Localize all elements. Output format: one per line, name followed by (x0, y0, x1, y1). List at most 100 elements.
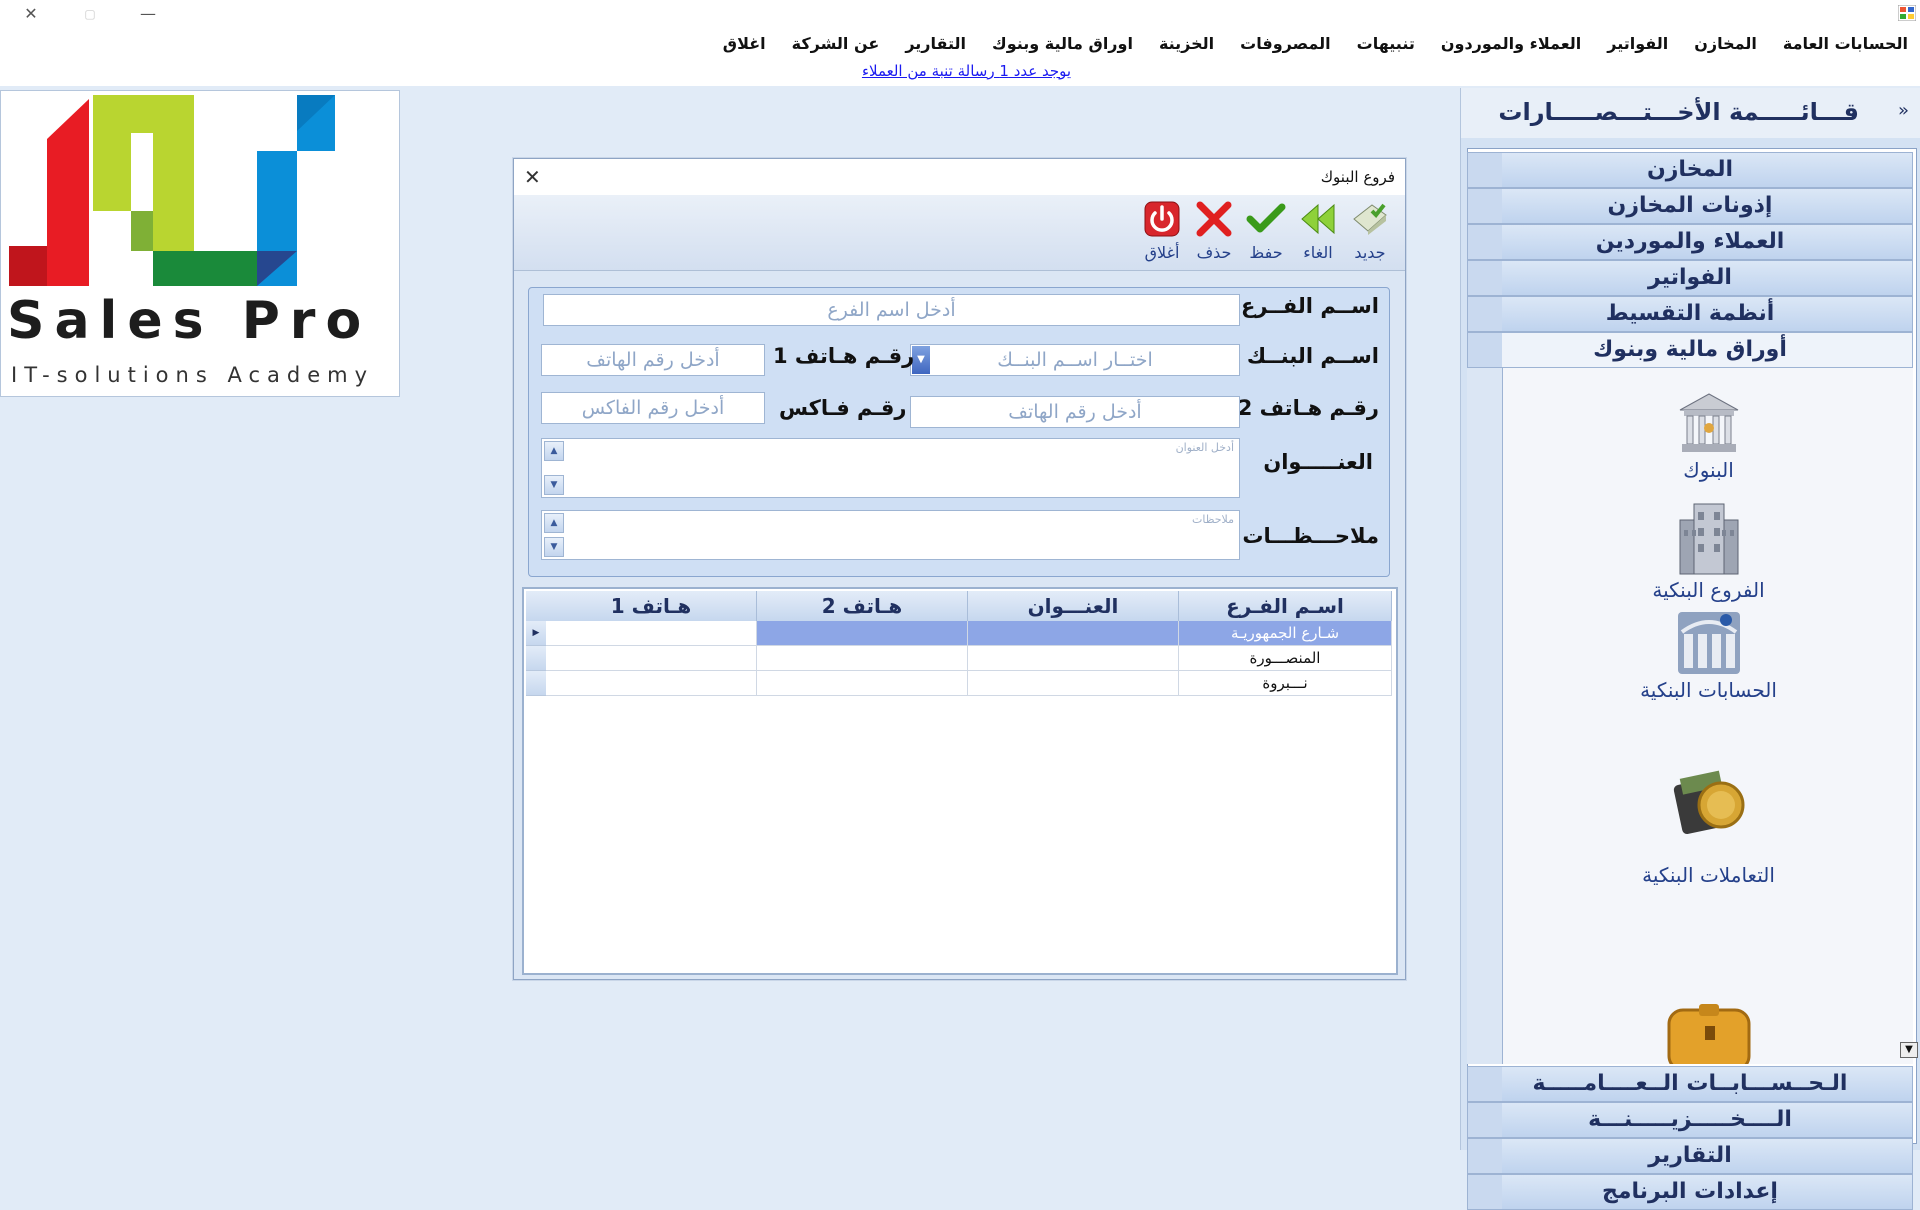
table-cell[interactable] (757, 646, 968, 671)
dialog-toolbar: جديد الغاء حفظ حذف أغلاق (514, 195, 1405, 271)
sidebar-group-settings[interactable]: إعدادات البرنامج (1467, 1174, 1913, 1210)
branches-grid: هـاتف 1 هـاتف 2 العنـــوان اسـم الفـرع ▶… (522, 587, 1398, 975)
menu-expenses[interactable]: المصروفات (1240, 34, 1330, 53)
grid-corner (526, 591, 546, 621)
delete-x-icon (1196, 201, 1232, 237)
sidebar-group-treasury[interactable]: الــــخـــــزيـــــنـــة (1467, 1102, 1913, 1138)
dialog-close-icon[interactable]: ✕ (524, 165, 541, 189)
phone2-input[interactable]: أدخل رقم الهاتف (910, 396, 1240, 428)
phone2-label: رقـم هـاتف 2 (1237, 396, 1379, 420)
table-cell[interactable] (968, 671, 1179, 696)
notice-bar: يوجد عدد 1 رسالة تنبة من العملاء (0, 58, 1920, 86)
sidebar-group-securities-banks[interactable]: أوراق مالية وبنوك (1467, 332, 1913, 368)
cancel-button[interactable]: الغاء (1294, 201, 1342, 262)
new-record-icon (1353, 203, 1387, 235)
sidebar-group-invoices[interactable]: الفواتير (1467, 260, 1913, 296)
window-titlebar: ✕ ▢ — (0, 0, 1920, 28)
sidebar-item-more[interactable] (1503, 998, 1913, 1064)
sidebar-item-bank-branches[interactable]: الفروع البنكية (1503, 498, 1913, 602)
address-label: العنـــــوان (1263, 450, 1373, 474)
bank-branches-icon (1679, 503, 1738, 575)
app-icon (1898, 5, 1916, 21)
sidebar-group-stores[interactable]: المخازن (1467, 152, 1913, 188)
bank-icon (1679, 393, 1738, 452)
sidebar-item-bank-transactions[interactable]: التعاملات البنكية (1503, 753, 1913, 887)
customer-alert-link[interactable]: يوجد عدد 1 رسالة تنبة من العملاء (849, 62, 1084, 80)
table-cell[interactable]: نـــبروة (1179, 671, 1392, 696)
menu-close[interactable]: اغلاق (723, 34, 766, 53)
logo-text: Sales Pro (7, 291, 372, 351)
table-cell[interactable] (546, 671, 757, 696)
column-header-branch-name[interactable]: اسـم الفـرع (1179, 591, 1392, 621)
logo-mark-icon (9, 95, 335, 286)
shortcuts-sidebar: قـــائـــــمة الأخـــتـــصـــــارات » ال… (1460, 88, 1920, 1210)
scroll-down-icon[interactable]: ▼ (544, 475, 564, 495)
sidebar-group-store-permits[interactable]: إذونات المخازن (1467, 188, 1913, 224)
menu-invoices[interactable]: الفواتير (1607, 34, 1668, 53)
scroll-down-icon[interactable]: ▼ (544, 537, 564, 557)
scroll-up-icon[interactable]: ▲ (544, 513, 564, 533)
phone1-input[interactable]: أدخل رقم الهاتف (541, 344, 765, 376)
sidebar-subpanel: البنوك الفروع البنكية الحسابات البنكية ا… (1502, 368, 1913, 1064)
dropdown-arrow-icon[interactable]: ▼ (912, 346, 930, 374)
fax-label: رقـم فـاكس (779, 396, 907, 420)
sidebar-group-reports[interactable]: التقارير (1467, 1138, 1913, 1174)
collapse-sidebar-icon[interactable]: » (1898, 100, 1909, 121)
table-cell[interactable] (968, 621, 1179, 646)
address-textarea[interactable]: أدخل العنوان ▲ ▼ (541, 438, 1240, 498)
menu-treasury[interactable]: الخزينة (1159, 34, 1214, 53)
table-cell[interactable] (546, 646, 757, 671)
fax-input[interactable]: أدخل رقم الفاكس (541, 392, 765, 424)
scroll-up-icon[interactable]: ▲ (544, 441, 564, 461)
maximize-icon[interactable]: ▢ (75, 3, 105, 25)
row-header[interactable] (526, 671, 546, 696)
row-pointer-icon[interactable]: ▶ (526, 621, 546, 646)
sidebar-group-installments[interactable]: أنظمة التقسيط (1467, 296, 1913, 332)
dialog-titlebar: فروع البنوك ✕ (514, 159, 1405, 195)
menu-customers-suppliers[interactable]: العملاء والموردون (1441, 34, 1581, 53)
sidebar-title: قـــائـــــمة الأخـــتـــصـــــارات (1498, 98, 1859, 126)
menu-bar: الحسابات العامة المخازن الفواتير العملاء… (0, 28, 1920, 58)
minimize-icon[interactable]: — (133, 3, 163, 25)
menu-about[interactable]: عن الشركة (792, 34, 880, 53)
company-logo: Sales Pro IT-solutions Academy (0, 90, 400, 397)
briefcase-icon (1667, 1004, 1750, 1064)
column-header-phone2[interactable]: هـاتف 2 (757, 591, 968, 621)
menu-stores[interactable]: المخازن (1694, 34, 1757, 53)
sidebar-scroll-down-icon[interactable]: ▼ (1900, 1042, 1918, 1058)
column-header-address[interactable]: العنـــوان (968, 591, 1179, 621)
menu-securities-banks[interactable]: اوراق مالية وبنوك (992, 34, 1133, 53)
bank-name-select[interactable]: اختــار اســم البنــك ▼ (910, 344, 1240, 376)
table-cell[interactable] (757, 671, 968, 696)
menu-reports[interactable]: التقارير (905, 34, 966, 53)
table-cell[interactable] (968, 646, 1179, 671)
sidebar-item-bank-accounts[interactable]: الحسابات البنكية (1503, 608, 1913, 702)
table-cell[interactable]: شـارع الجمهوريـة (1179, 621, 1392, 646)
notes-textarea[interactable]: ملاحظات ▲ ▼ (541, 510, 1240, 560)
new-button[interactable]: جديد (1346, 201, 1394, 262)
sidebar-group-customers[interactable]: العملاء والموردين (1467, 224, 1913, 260)
branch-form: اســم الفــرع أدخل اسم الفرع اســم البنـ… (528, 287, 1390, 577)
menu-general-accounts[interactable]: الحسابات العامة (1783, 34, 1908, 53)
branch-name-input[interactable]: أدخل اسم الفرع (543, 294, 1240, 326)
sidebar-item-banks[interactable]: البنوك (1503, 388, 1913, 482)
wallet-coin-icon (1673, 770, 1744, 835)
phone1-label: رقـم هـاتف 1 (773, 344, 915, 368)
column-header-phone1[interactable]: هـاتف 1 (546, 591, 757, 621)
bank-branches-dialog: فروع البنوك ✕ جديد الغاء حفظ حذف أغلاق ا… (513, 158, 1406, 980)
table-cell[interactable] (757, 621, 968, 646)
checkmark-icon (1246, 203, 1286, 233)
delete-button[interactable]: حذف (1190, 201, 1238, 262)
save-button[interactable]: حفظ (1242, 201, 1290, 262)
row-header[interactable] (526, 646, 546, 671)
close-icon[interactable]: ✕ (16, 3, 46, 25)
sidebar-group-general-accounts[interactable]: الـحــســـابــات الــعــــامـــــة (1467, 1066, 1913, 1102)
close-button[interactable]: أغلاق (1138, 201, 1186, 262)
dialog-title: فروع البنوك (1320, 168, 1395, 186)
menu-alerts[interactable]: تنبيهات (1357, 34, 1415, 53)
table-cell[interactable] (546, 621, 757, 646)
power-icon (1144, 201, 1180, 237)
notes-label: ملاحـــظـــات (1242, 524, 1379, 548)
bank-name-label: اســم البنــك (1246, 344, 1379, 368)
table-cell[interactable]: المنصـــورة (1179, 646, 1392, 671)
